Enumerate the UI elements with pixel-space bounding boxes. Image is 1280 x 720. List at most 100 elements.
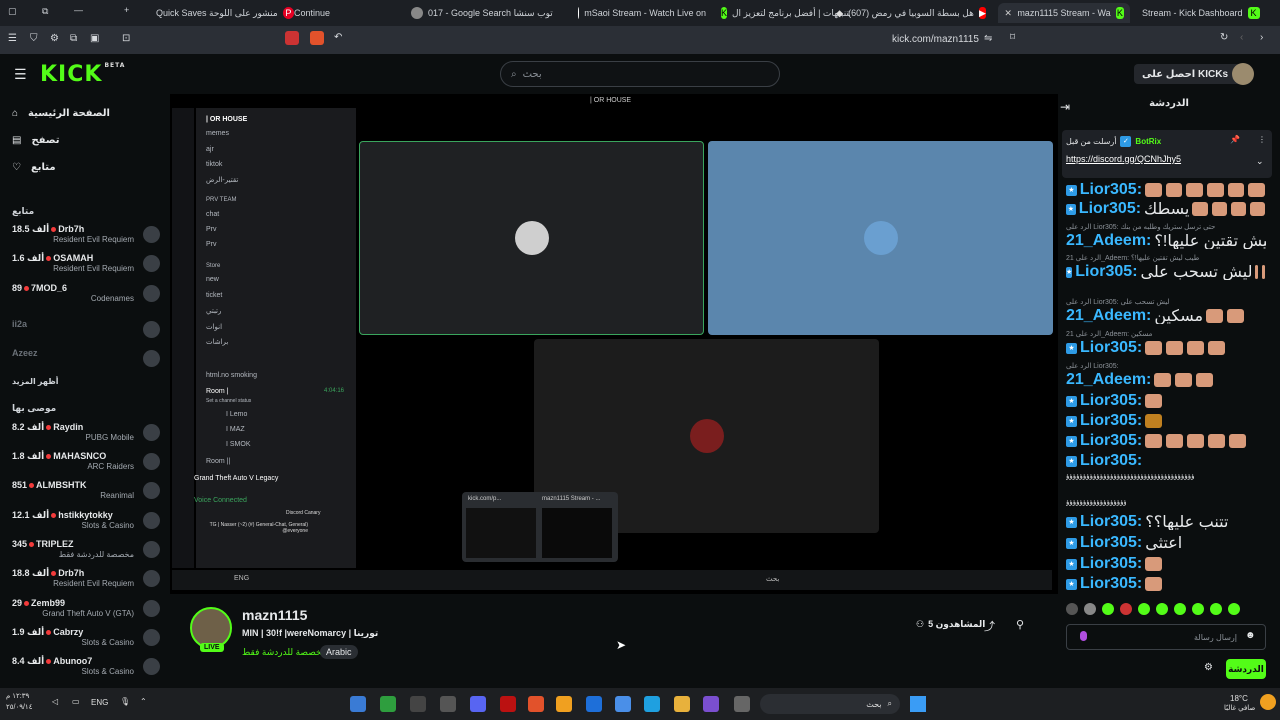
channel-item[interactable]: 345 TRIPLEZ مخصصة للدردشة فقط bbox=[12, 539, 160, 565]
outlook-icon[interactable] bbox=[586, 696, 602, 712]
chat-username[interactable]: Lior305: bbox=[1075, 264, 1137, 280]
chat-username[interactable]: Lior305: bbox=[1080, 413, 1142, 429]
settings-icon[interactable]: ⚙ bbox=[50, 33, 59, 44]
url-bar[interactable]: kick.com/mazn1115 bbox=[892, 34, 979, 45]
browser-menu-icon[interactable]: ▢ bbox=[8, 6, 17, 17]
stream-tag[interactable]: Arabic bbox=[320, 645, 358, 659]
channel-item[interactable]: 8.4 ألف Abunoo7 Slots & Casino bbox=[12, 656, 160, 682]
chat-username[interactable]: 21_Adeem: bbox=[1066, 372, 1151, 388]
emoji-icon[interactable]: ☻ bbox=[1245, 630, 1256, 641]
chat-username[interactable]: Lior305: bbox=[1080, 514, 1142, 530]
tab-actions-icon[interactable]: ⧉ bbox=[42, 6, 48, 17]
channel-item-offline[interactable]: Azeez bbox=[12, 348, 160, 374]
discord-icon[interactable] bbox=[470, 696, 486, 712]
chat-settings-icon[interactable]: ⚙ bbox=[1204, 662, 1213, 673]
shield-icon[interactable]: ⛉ bbox=[30, 33, 38, 44]
emote-icon[interactable] bbox=[1120, 603, 1132, 615]
chat-username[interactable]: Lior305: bbox=[1080, 556, 1142, 572]
user-avatar[interactable] bbox=[1232, 63, 1254, 85]
adobe-icon[interactable] bbox=[500, 696, 516, 712]
channel-item[interactable]: 851 ALMBSHTK Reanimal bbox=[12, 480, 160, 506]
language-indicator[interactable]: ENG bbox=[91, 698, 108, 707]
chat-username[interactable]: Lior305: bbox=[1080, 393, 1142, 409]
sidebar-item-following[interactable]: ♡ متابع bbox=[12, 162, 56, 173]
tab-youtube[interactable]: ◆ (607) هل بسطة السوبيا في رمض ▶ bbox=[830, 3, 992, 23]
speaker-icon[interactable]: ◁ bbox=[52, 697, 58, 706]
channel-item[interactable]: 1.8 ألف MAHASNCO ARC Raiders bbox=[12, 451, 160, 477]
emote-icon[interactable] bbox=[1210, 603, 1222, 615]
start-icon[interactable] bbox=[910, 696, 926, 712]
chat-username[interactable]: Lior305: bbox=[1080, 182, 1142, 198]
close-icon[interactable]: ✕ bbox=[1004, 7, 1012, 19]
bookmark-icon[interactable]: ⌑ bbox=[1010, 32, 1015, 43]
chat-username[interactable]: Lior305: bbox=[1080, 433, 1142, 449]
panel-icon[interactable]: ▣ bbox=[90, 33, 99, 44]
pinned-link[interactable]: https://discord.gg/QCNhJhy5 bbox=[1066, 154, 1181, 164]
edge-icon[interactable] bbox=[644, 696, 660, 712]
emote-icon[interactable] bbox=[1174, 603, 1186, 615]
chat-username[interactable]: Lior305: bbox=[1080, 453, 1142, 469]
channel-item[interactable]: 1.6 ألف OSAMAH Resident Evil Requiem bbox=[12, 253, 160, 279]
extension-icon[interactable] bbox=[285, 31, 299, 45]
stream-category[interactable]: مخصصة للدردشة فقط bbox=[242, 647, 327, 658]
minimize-icon[interactable]: — bbox=[74, 5, 83, 15]
channel-item[interactable]: 8.2 ألف Raydin PUBG Mobile bbox=[12, 422, 160, 448]
share-icon[interactable]: ⤴ bbox=[984, 618, 995, 634]
emote-quickbar[interactable] bbox=[1066, 603, 1266, 617]
app-icon[interactable] bbox=[410, 696, 426, 712]
network-icon[interactable]: ▭ bbox=[72, 697, 80, 706]
chat-username[interactable]: 21_Adeem: bbox=[1066, 233, 1151, 249]
emote-icon[interactable] bbox=[1102, 603, 1114, 615]
menu-icon[interactable]: ☰ bbox=[14, 66, 27, 83]
chevron-down-icon[interactable]: ⌄ bbox=[1256, 156, 1264, 167]
channel-item[interactable]: 29 Zemb99 Grand Theft Auto V (GTA) bbox=[12, 598, 160, 624]
tab-msaoi-stream[interactable]: mSaoi Stream - Watch Live on bbox=[572, 3, 712, 23]
reload-icon[interactable]: ↻ bbox=[1220, 32, 1228, 43]
app-icon[interactable] bbox=[734, 696, 750, 712]
back-icon[interactable]: ‹ bbox=[1240, 32, 1243, 43]
follow-icon[interactable]: ⚲ bbox=[1016, 618, 1024, 631]
emote-icon[interactable] bbox=[1156, 603, 1168, 615]
streamer-name[interactable]: mazn1115 bbox=[242, 607, 307, 623]
chat-username[interactable]: Lior305: bbox=[1079, 201, 1141, 217]
site-settings-icon[interactable]: ⇋ bbox=[984, 33, 992, 44]
chat-username[interactable]: Lior305: bbox=[1080, 535, 1142, 551]
sidebar-item-home[interactable]: ⌂ الصفحة الرئيسية bbox=[12, 108, 110, 119]
forward-icon[interactable]: › bbox=[1260, 32, 1263, 43]
app-icon[interactable] bbox=[703, 696, 719, 712]
emote-icon[interactable] bbox=[1084, 603, 1096, 615]
emote-icon[interactable] bbox=[1138, 603, 1150, 615]
tab-continue[interactable]: Continue bbox=[288, 3, 398, 23]
channel-item[interactable]: 89 7MOD_6 Codenames bbox=[12, 283, 160, 309]
new-tab-icon[interactable]: + bbox=[124, 5, 129, 15]
channel-item[interactable]: 18.5 ألف Drb7h Resident Evil Requiem bbox=[12, 224, 160, 250]
microphone-icon[interactable] bbox=[1080, 631, 1087, 641]
brave-icon[interactable] bbox=[528, 696, 544, 712]
chat-input[interactable]: إرسال رسالة bbox=[1066, 624, 1266, 650]
sidebar-toggle-icon[interactable]: ☰ bbox=[8, 33, 17, 44]
chat-username[interactable]: Lior305: bbox=[1080, 576, 1142, 592]
channel-item-offline[interactable]: ii2a bbox=[12, 319, 160, 345]
show-more-link[interactable]: أظهر المزيد bbox=[12, 377, 58, 386]
chat-send-button[interactable]: الدردشة bbox=[1226, 659, 1266, 679]
screenshot-icon[interactable]: ⊡ bbox=[122, 33, 130, 44]
app-icon[interactable] bbox=[350, 696, 366, 712]
more-icon[interactable]: ⋮ bbox=[1258, 135, 1266, 144]
brave-shield-icon[interactable] bbox=[310, 31, 324, 45]
emote-icon[interactable] bbox=[1228, 603, 1240, 615]
channel-item[interactable]: 1.9 ألف Cabrzy Slots & Casino bbox=[12, 627, 160, 653]
emote-icon[interactable] bbox=[1066, 603, 1078, 615]
sidebar-item-browse[interactable]: ▤ تصفح bbox=[12, 135, 59, 146]
xbox-icon[interactable] bbox=[380, 696, 396, 712]
chat-username[interactable]: Lior305: bbox=[1080, 340, 1142, 356]
folder-icon[interactable] bbox=[674, 696, 690, 712]
store-icon[interactable] bbox=[615, 696, 631, 712]
channel-item[interactable]: 18.8 ألف Drb7h Resident Evil Requiem bbox=[12, 568, 160, 594]
emote-icon[interactable] bbox=[1192, 603, 1204, 615]
chat-username[interactable]: 21_Adeem: bbox=[1066, 308, 1151, 324]
mic-icon[interactable]: 🎙 bbox=[120, 697, 130, 706]
search-input[interactable]: ⌕ بحث bbox=[500, 61, 780, 87]
channel-item[interactable]: 12.1 ألف hstikkytokky Slots & Casino bbox=[12, 510, 160, 536]
tab-kick-dashboard[interactable]: Stream - Kick Dashboard K bbox=[1136, 3, 1276, 23]
tabs-icon[interactable]: ⧉ bbox=[70, 33, 77, 44]
